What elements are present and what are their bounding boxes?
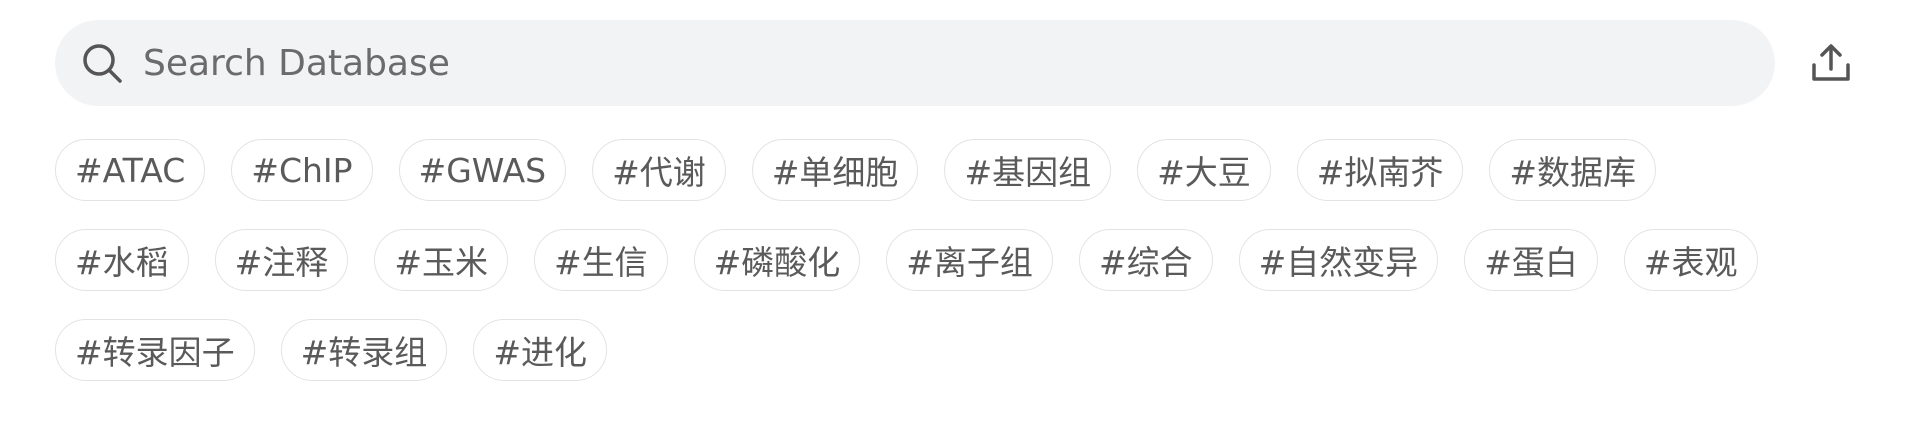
search-bar[interactable] [55,20,1775,106]
tag-chip[interactable]: #水稻 [55,229,189,291]
tag-chip[interactable]: #基因组 [944,139,1112,201]
tag-chip[interactable]: #蛋白 [1464,229,1598,291]
upload-button[interactable] [1808,42,1854,88]
database-search-panel: #ATAC #ChIP #GWAS #代谢 #单细胞 #基因组 #大豆 #拟南芥 #数据库 #水稻… [0,0,1910,424]
tag-chip[interactable]: #表观 [1623,229,1758,291]
tag-chip[interactable]: #ATAC [55,139,206,201]
upload-icon [1809,41,1853,89]
tag-chip[interactable]: #离子组 [886,229,1053,291]
tag-chip[interactable]: #数据库 [1489,139,1657,201]
search-icon [79,40,125,86]
search-input[interactable] [143,42,1643,84]
tag-chip[interactable]: #玉米 [374,229,508,291]
tag-list: #ATAC #ChIP #GWAS #代谢 #单细胞 #基因组 #大豆 #拟南芥 #数据库 #水稻… [55,139,1795,381]
tag-chip[interactable]: #拟南芥 [1296,139,1464,201]
tag-chip[interactable]: #转录因子 [55,319,255,381]
tag-chip[interactable]: #自然变异 [1238,229,1439,291]
tag-chip[interactable]: #进化 [473,319,607,381]
tag-chip[interactable]: #磷酸化 [693,229,861,291]
tag-chip[interactable]: #大豆 [1137,139,1271,201]
tag-chip[interactable]: #单细胞 [751,139,919,201]
tag-chip[interactable]: #综合 [1078,229,1213,291]
tag-chip[interactable]: #转录组 [280,319,448,381]
tag-chip[interactable]: #GWAS [398,139,567,201]
tag-chip[interactable]: #生信 [533,229,668,291]
tag-chip[interactable]: #注释 [214,229,349,291]
tag-chip[interactable]: #代谢 [592,139,726,201]
tag-chip[interactable]: #ChIP [231,139,373,201]
